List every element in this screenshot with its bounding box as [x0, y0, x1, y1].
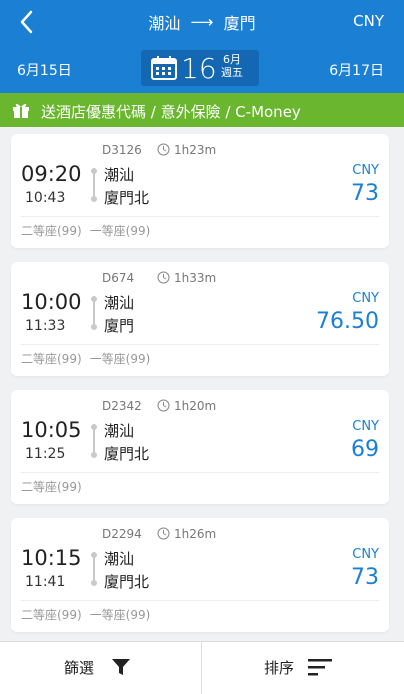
route-dot-end	[91, 324, 97, 330]
seat-class: 一等座(99)	[89, 224, 151, 238]
train-card[interactable]: D2294 1h26m 10:15 11:41 潮汕 廈門北 CNY 73 二等…	[11, 518, 389, 632]
duration: 1h20m	[174, 399, 217, 413]
to-station: 廈門北	[104, 189, 150, 207]
prev-date-button[interactable]: 6月15日	[17, 60, 72, 80]
train-card[interactable]: D674 1h33m 10:00 11:33 潮汕 廈門 CNY 76.50 二…	[11, 262, 389, 376]
route-title: 潮汕 ⟶ 廈門	[0, 10, 404, 34]
price-currency: CNY	[352, 163, 379, 178]
to-station: 廈門北	[104, 573, 150, 591]
calendar-icon	[151, 56, 177, 80]
destination-station: 廈門	[223, 14, 256, 33]
current-date-button[interactable]: 16 6月 週五	[141, 50, 259, 86]
route-line	[93, 555, 95, 583]
bottom-toolbar: 篩選 排序	[0, 641, 404, 694]
price: 76.50	[316, 309, 379, 334]
gift-icon	[13, 103, 29, 118]
clock-icon	[157, 143, 170, 156]
clock-icon	[157, 399, 170, 412]
to-station: 廈門北	[104, 445, 150, 463]
divider	[21, 344, 379, 345]
arrive-time: 11:33	[25, 318, 66, 334]
divider	[21, 472, 379, 473]
seat-class: 二等座(99)	[21, 224, 82, 238]
train-card[interactable]: D3126 1h23m 09:20 10:43 潮汕 廈門北 CNY 73 二等…	[11, 134, 389, 248]
divider	[21, 216, 379, 217]
route-line	[93, 427, 95, 455]
seat-class: 二等座(99)	[21, 608, 82, 622]
price-currency: CNY	[352, 291, 379, 306]
train-number: D2342	[102, 399, 142, 413]
duration: 1h26m	[174, 527, 217, 541]
depart-time: 10:00	[21, 290, 82, 314]
sort-button[interactable]: 排序	[202, 642, 404, 694]
sort-icon	[308, 659, 332, 676]
depart-time: 10:05	[21, 418, 82, 442]
price-currency: CNY	[352, 547, 379, 562]
clock-icon	[157, 271, 170, 284]
seat-availability: 二等座(99) 一等座(99)	[21, 350, 158, 367]
filter-icon	[112, 659, 130, 675]
route-arrow-icon: ⟶	[185, 12, 219, 32]
train-number: D3126	[102, 143, 142, 157]
clock-icon	[157, 527, 170, 540]
from-station: 潮汕	[104, 422, 135, 440]
selected-month-weekday: 6月 週五	[221, 53, 243, 79]
from-station: 潮汕	[104, 550, 135, 568]
arrive-time: 11:41	[25, 574, 66, 590]
train-card[interactable]: D2342 1h20m 10:05 11:25 潮汕 廈門北 CNY 69 二等…	[11, 390, 389, 504]
filter-button[interactable]: 篩選	[0, 642, 202, 694]
price: 69	[351, 437, 379, 462]
route-dot-end	[91, 580, 97, 586]
seat-availability: 二等座(99) 一等座(99)	[21, 606, 158, 623]
divider	[21, 600, 379, 601]
route-dot-end	[91, 452, 97, 458]
route-line	[93, 299, 95, 327]
train-number: D2294	[102, 527, 142, 541]
from-station: 潮汕	[104, 166, 135, 184]
currency-selector[interactable]: CNY	[353, 12, 384, 30]
next-date-button[interactable]: 6月17日	[329, 60, 384, 80]
depart-time: 10:15	[21, 546, 82, 570]
arrive-time: 10:43	[25, 190, 66, 206]
seat-class: 一等座(99)	[89, 608, 151, 622]
route-line	[93, 171, 95, 199]
train-number: D674	[102, 271, 135, 285]
to-station: 廈門	[104, 317, 135, 335]
from-station: 潮汕	[104, 294, 135, 312]
price: 73	[351, 565, 379, 590]
promo-text: 送酒店優惠代碼 / 意外保險 / C-Money	[41, 103, 301, 121]
seat-class: 二等座(99)	[21, 352, 82, 366]
selected-month: 6月	[223, 53, 241, 66]
origin-station: 潮汕	[148, 14, 181, 33]
seat-availability: 二等座(99)	[21, 478, 90, 495]
promo-banner[interactable]: 送酒店優惠代碼 / 意外保險 / C-Money	[0, 93, 404, 127]
header-bar: 潮汕 ⟶ 廈門 CNY 6月15日 16 6月 週五 6月17日	[0, 0, 404, 93]
price: 73	[351, 181, 379, 206]
selected-day: 16	[181, 52, 217, 85]
route-dot-end	[91, 196, 97, 202]
sort-label: 排序	[264, 659, 295, 677]
seat-class: 一等座(99)	[89, 352, 151, 366]
duration: 1h23m	[174, 143, 217, 157]
duration: 1h33m	[174, 271, 217, 285]
filter-label: 篩選	[64, 659, 95, 677]
price-currency: CNY	[352, 419, 379, 434]
arrive-time: 11:25	[25, 446, 66, 462]
selected-weekday: 週五	[221, 66, 243, 79]
seat-availability: 二等座(99) 一等座(99)	[21, 222, 158, 239]
seat-class: 二等座(99)	[21, 480, 82, 494]
depart-time: 09:20	[21, 162, 82, 186]
